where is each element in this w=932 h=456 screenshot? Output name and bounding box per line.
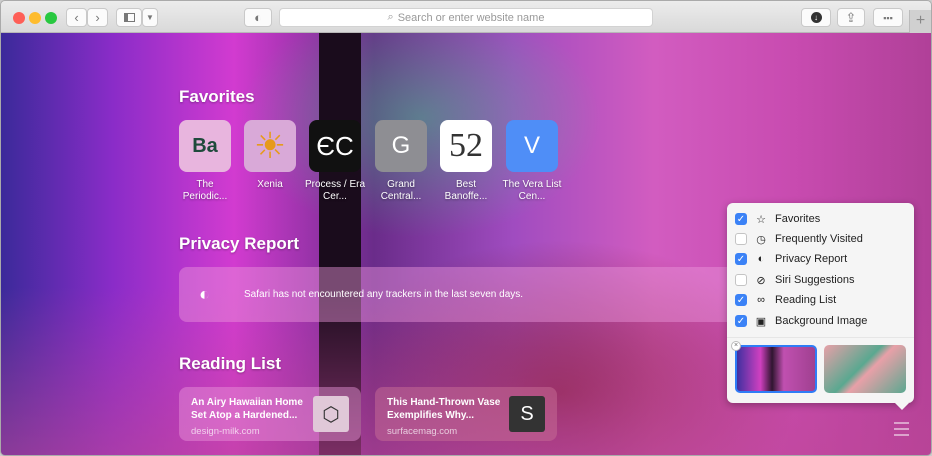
checkbox[interactable] — [735, 233, 747, 245]
chevron-left-icon: ‹ — [74, 10, 79, 25]
reading-list-item[interactable]: An Airy Hawaiian Home Set Atop a Hardene… — [179, 387, 361, 441]
option-label: Favorites — [775, 213, 821, 225]
shield-icon: ◐ — [199, 284, 210, 304]
start-page: Favorites Ba The Periodic... ☀ Xenia ЄC Pro… — [1, 33, 931, 455]
option-label: Privacy Report — [775, 253, 848, 265]
favorite-item[interactable]: 52 Best Banoffe... — [435, 120, 497, 203]
forward-button[interactable]: › — [87, 8, 108, 27]
grid-icon: ▪▪▪ — [883, 12, 893, 23]
favorite-icon: V — [506, 120, 558, 172]
minimize-button[interactable] — [29, 12, 41, 24]
option-background-image[interactable]: ✓ ▣ Background Image — [735, 313, 867, 329]
favorite-label: The Vera List Cen... — [502, 179, 562, 202]
remove-background-button[interactable]: × — [731, 341, 741, 351]
glasses-icon: ∞ — [757, 294, 765, 306]
option-label: Frequently Visited — [775, 233, 863, 245]
option-reading-list[interactable]: ✓ ∞ Reading List — [735, 292, 836, 308]
option-label: Siri Suggestions — [775, 274, 855, 286]
reading-list-title: Reading List — [179, 354, 282, 373]
favorites-title: Favorites — [179, 87, 255, 106]
article-title: This Hand-Thrown Vase Exemplifies Why... — [387, 397, 501, 421]
privacy-message: Safari has not encountered any trackers … — [244, 289, 524, 300]
background-thumbnail-butterfly[interactable] — [824, 345, 906, 393]
address-bar[interactable]: ⌕ Search or enter website name — [279, 8, 653, 27]
favorite-item[interactable]: Ba The Periodic... — [174, 120, 236, 203]
favorite-icon: 52 — [440, 120, 492, 172]
favorite-label: Xenia — [257, 179, 283, 190]
search-placeholder: Search or enter website name — [397, 11, 545, 24]
checkbox[interactable]: ✓ — [735, 315, 747, 327]
article-thumbnail: S — [509, 396, 545, 432]
option-label: Reading List — [775, 294, 837, 306]
download-icon: ↓ — [810, 12, 822, 23]
checkbox[interactable]: ✓ — [735, 213, 747, 225]
share-button[interactable]: ⇪ — [837, 8, 865, 27]
article-thumbnail: ⬡ — [313, 396, 349, 432]
checkbox[interactable] — [735, 274, 747, 286]
favorite-item[interactable]: G Grand Central... — [370, 120, 432, 203]
option-favorites[interactable]: ✓ ☆ Favorites — [735, 211, 820, 227]
zoom-button[interactable] — [45, 12, 57, 24]
favorite-label: Grand Central... — [380, 179, 422, 202]
privacy-report-title: Privacy Report — [179, 234, 299, 253]
option-privacy-report[interactable]: ✓ ◐ Privacy Report — [735, 251, 847, 267]
reading-list-item[interactable]: This Hand-Thrown Vase Exemplifies Why...… — [375, 387, 557, 441]
option-frequently-visited[interactable]: ◷ Frequently Visited — [735, 231, 863, 247]
customize-button[interactable]: ⎼ ⎼ ⎼ — [894, 412, 914, 439]
back-button[interactable]: ‹ — [66, 8, 87, 27]
tab-overview-button[interactable]: ▪▪▪ — [873, 8, 903, 27]
checkbox[interactable]: ✓ — [735, 294, 747, 306]
close-button[interactable] — [13, 12, 25, 24]
sidebar-menu-button[interactable]: ▼ — [142, 8, 158, 27]
option-label: Background Image — [775, 315, 868, 327]
image-icon: ▣ — [755, 315, 767, 328]
favorite-label: Best Banoffe... — [444, 179, 488, 202]
favorite-item[interactable]: ☀ Xenia — [239, 120, 301, 191]
favorite-icon: ЄC — [309, 120, 361, 172]
privacy-button[interactable]: ◐ — [244, 8, 272, 27]
privacy-report-card[interactable]: ◐ Safari has not encountered any tracker… — [179, 267, 735, 322]
favorite-icon: ☀ — [244, 120, 296, 172]
sidebar-button[interactable] — [116, 8, 142, 27]
search-icon: ⌕ — [387, 11, 394, 23]
star-icon: ☆ — [756, 213, 766, 226]
chevron-right-icon: › — [95, 10, 100, 25]
article-title: An Airy Hawaiian Home Set Atop a Hardene… — [191, 397, 303, 421]
favorite-icon: G — [375, 120, 427, 172]
favorite-icon: Ba — [179, 120, 231, 172]
sidebar-icon — [123, 13, 135, 22]
shield-icon: ◐ — [757, 253, 765, 265]
favorite-label: Process / Era Cer... — [304, 179, 366, 202]
customize-popover: ✓ ☆ Favorites ◷ Frequently Visited ✓ ◐ Privac… — [727, 203, 914, 410]
checkbox[interactable]: ✓ — [735, 253, 747, 265]
downloads-button[interactable]: ↓ — [801, 8, 831, 27]
share-icon: ⇪ — [845, 9, 857, 25]
sliders-icon: ⎼ ⎼ ⎼ — [894, 411, 910, 440]
favorite-item[interactable]: V The Vera List Cen... — [501, 120, 563, 203]
new-tab-button[interactable]: + — [909, 10, 931, 33]
chevron-down-icon: ▼ — [146, 13, 154, 22]
divider — [727, 337, 914, 338]
shield-icon: ◐ — [254, 10, 262, 25]
clock-icon: ◷ — [756, 233, 766, 246]
favorite-label: The Periodic... — [182, 179, 228, 202]
siri-icon: ⊘ — [756, 274, 766, 287]
toolbar: ‹ › ▼ ◐ ⌕ Search or enter website name ↓ … — [1, 1, 931, 33]
option-siri-suggestions[interactable]: ⊘ Siri Suggestions — [735, 272, 855, 288]
background-thumbnail-selected[interactable] — [735, 345, 817, 393]
safari-window: ‹ › ▼ ◐ ⌕ Search or enter website name ↓ … — [0, 0, 932, 456]
favorite-item[interactable]: ЄC Process / Era Cer... — [304, 120, 366, 203]
